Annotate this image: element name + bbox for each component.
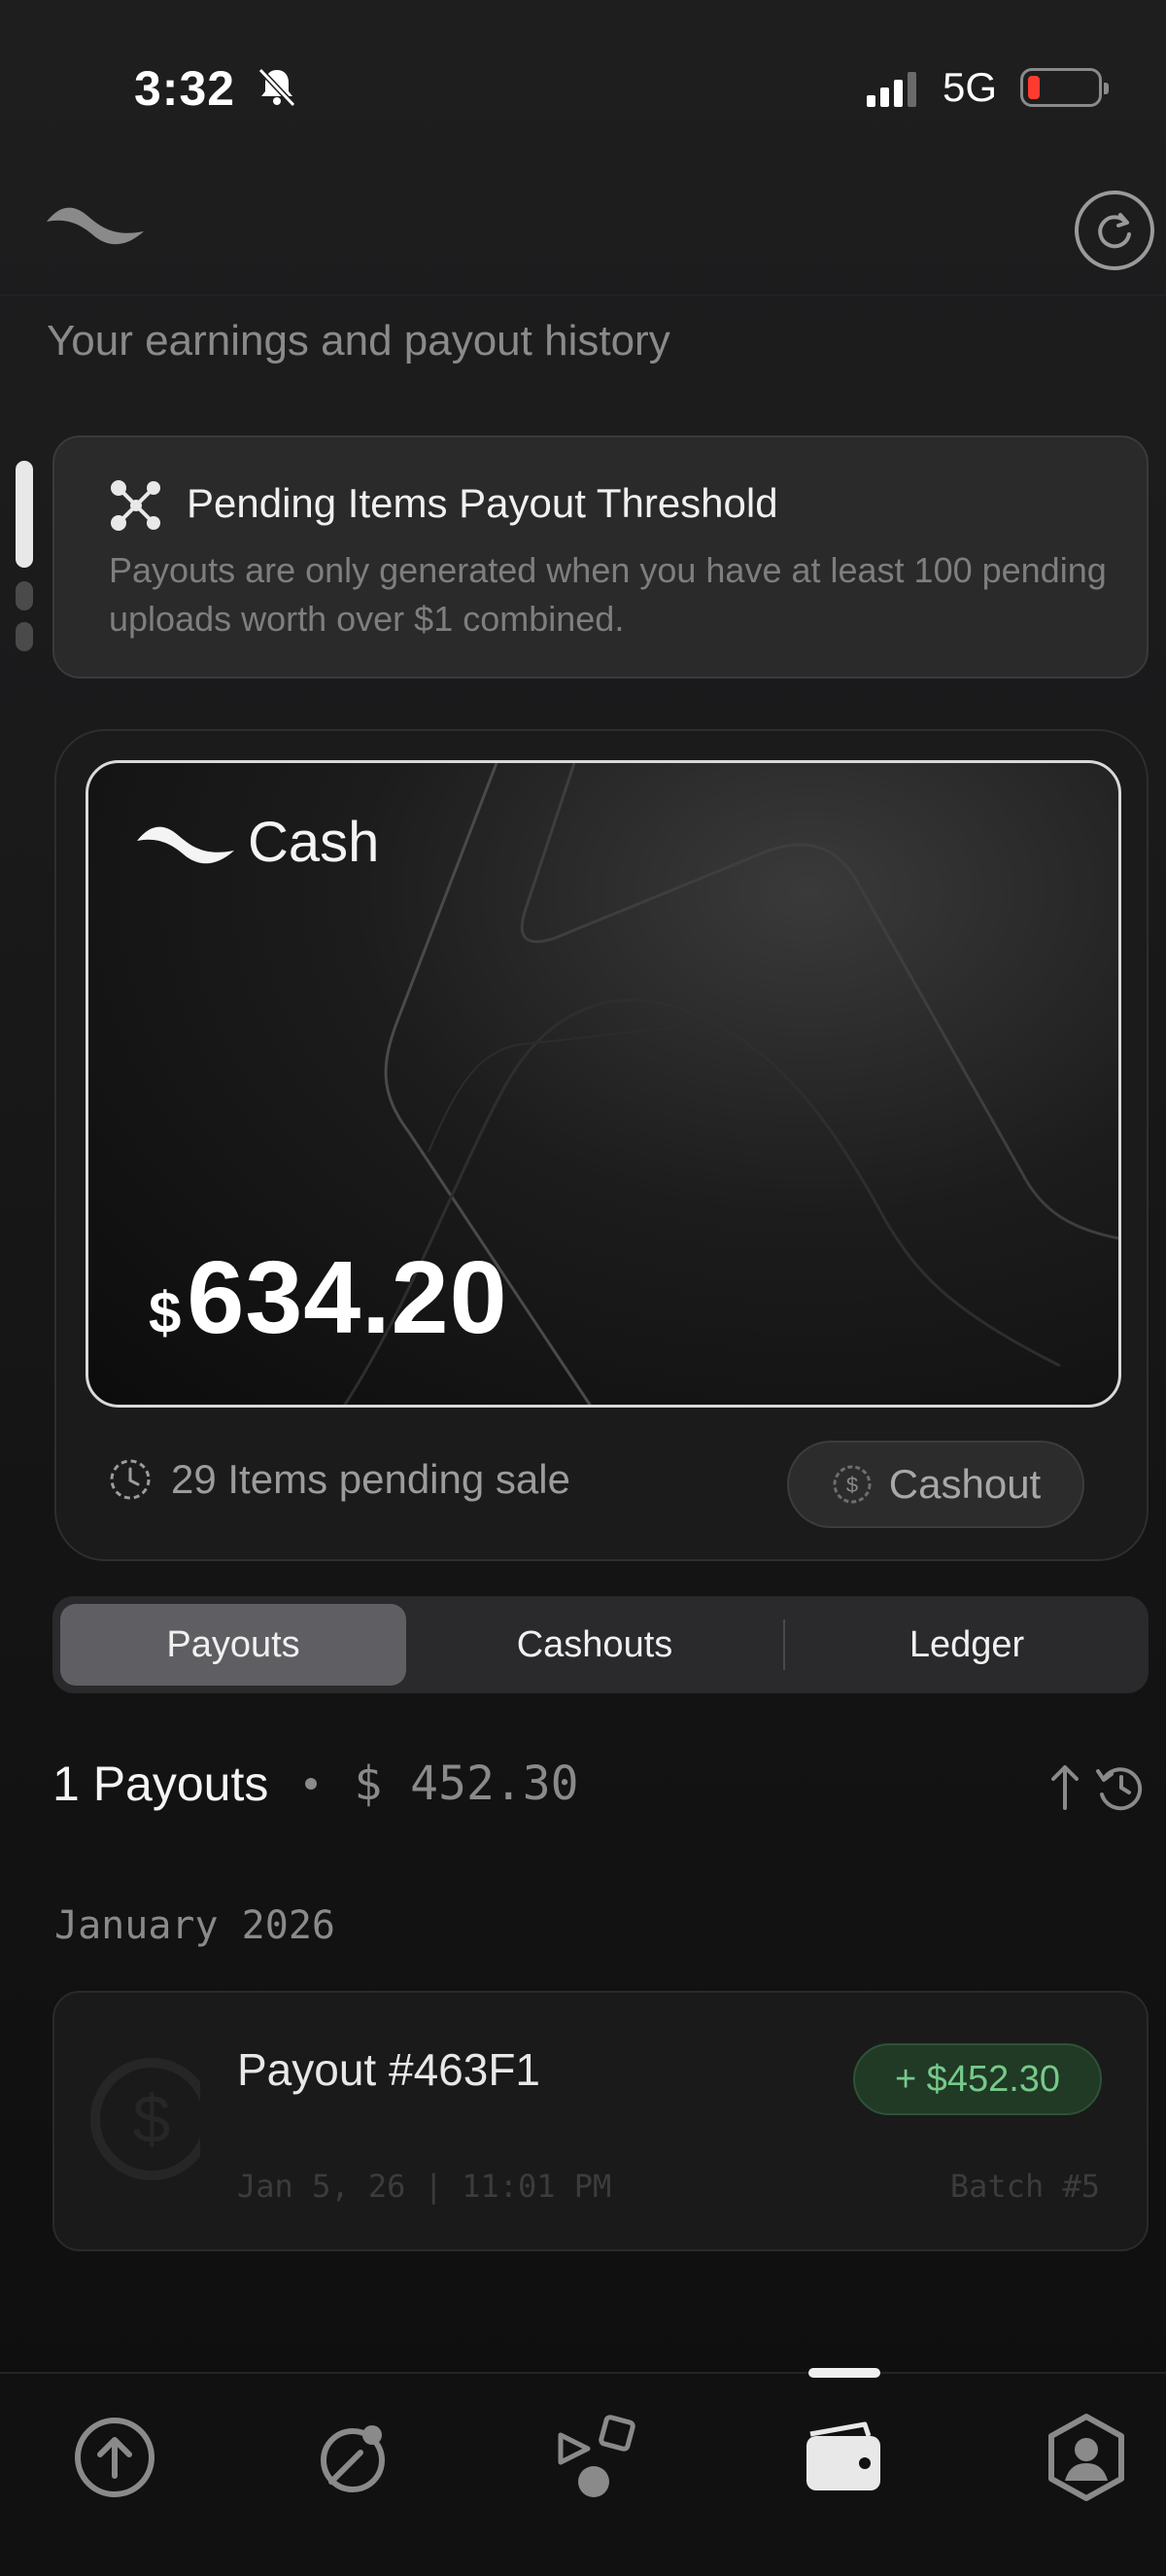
payout-batch: Batch #5 [949,2168,1100,2205]
payouts-summary: 1 Payouts $ 452.30 [52,1756,579,1812]
cash-card-label: Cash [248,811,380,874]
status-time: 3:32 [134,61,236,116]
pending-items-info: 29 Items pending sale [107,1456,570,1503]
cash-logo-icon [137,826,234,864]
cashout-button[interactable]: $ Cashout [787,1441,1084,1528]
network-type: 5G [943,64,998,110]
tab-ledger[interactable]: Ledger [793,1604,1141,1686]
upload-icon [75,2418,154,2497]
svg-text:$: $ [846,1473,858,1497]
threshold-description: Payouts are only generated when you have… [109,550,1107,639]
cash-balance-card[interactable]: Cash $ 634.20 [86,760,1121,1408]
nav-explore[interactable] [309,2411,402,2504]
refresh-icon [1098,213,1131,249]
cellular-signal-icon [867,72,916,107]
month-header: January 2026 [54,1903,335,1948]
payouts-count: 1 Payouts [52,1757,269,1811]
payouts-total: $ 452.30 [354,1757,579,1811]
dollar-circle-icon: $ [833,1465,872,1504]
tab-payouts[interactable]: Payouts [60,1604,406,1686]
clock-history-icon [110,1459,151,1500]
bell-muted-icon [257,67,296,108]
cash-balance: $ 634.20 [149,1239,508,1357]
brand-logo-icon [47,207,144,245]
nav-wallet[interactable] [797,2411,890,2504]
dollar-coin-icon: $ [90,2058,200,2180]
wallet-icon [806,2421,880,2490]
nav-upload[interactable] [68,2411,161,2504]
cashout-label: Cashout [888,1461,1042,1507]
top-header [0,175,1166,296]
network-nodes-icon [111,480,160,531]
nav-shapes[interactable] [552,2411,645,2504]
nav-profile[interactable] [1040,2411,1133,2504]
balance-value: 634.20 [187,1240,508,1355]
payout-title: Payout #463F1 [237,2044,541,2095]
payout-date: Jan 5, 26 | 11:01 PM [237,2168,612,2205]
wallet-section: Cash $ 634.20 29 Items pending sale $ Ca… [54,729,1149,1561]
svg-text:$: $ [133,2081,171,2157]
scroll-indicator [16,461,33,655]
page-subtitle: Your earnings and payout history [47,317,670,365]
app-screen: 3:32 5G Your earnings and payout history [0,0,1166,2576]
battery-icon [1020,68,1109,107]
refresh-button[interactable] [1075,191,1154,270]
separator-dot [305,1778,318,1790]
payout-row[interactable]: $ Payout #463F1 + $452.30 Jan 5, 26 | 11… [52,1991,1149,2251]
active-tab-indicator [808,2368,880,2378]
tab-cashouts[interactable]: Cashouts [418,1604,772,1686]
currency-symbol: $ [149,1280,182,1345]
history-tabs: Payouts Cashouts Ledger [52,1596,1149,1693]
status-bar: 3:32 5G [0,0,1166,175]
threshold-info-card: Pending Items Payout Threshold Payouts a… [52,435,1149,679]
threshold-title: Pending Items Payout Threshold [187,480,778,526]
profile-icon [1048,2414,1124,2501]
tab-divider [783,1619,785,1670]
explore-icon [321,2425,385,2492]
shapes-icon [558,2415,635,2497]
pending-items-text: 29 Items pending sale [171,1456,570,1502]
sort-history-icon[interactable] [1046,1758,1152,1816]
payout-amount-badge: + $452.30 [853,2043,1102,2115]
